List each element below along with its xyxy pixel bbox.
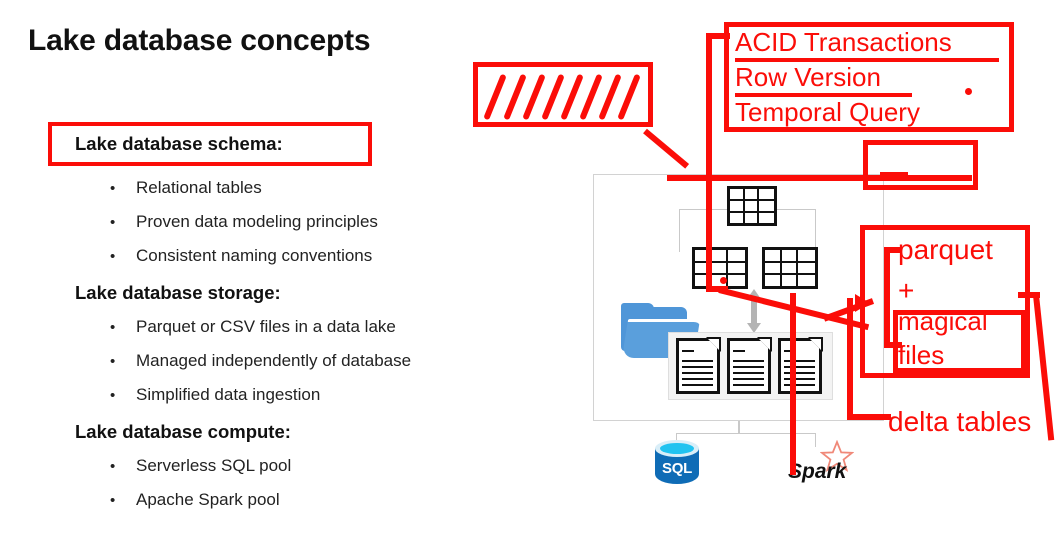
sql-icon-label: SQL [662, 460, 692, 477]
acid-leader-vertical [706, 36, 712, 180]
empty-red-callout-box [863, 140, 978, 190]
list-item-label: Managed independently of database [136, 351, 412, 370]
list-item-label: Proven data modeling principles [136, 212, 378, 231]
page-title: Lake database concepts [28, 24, 371, 57]
delta-vertical-leader [847, 298, 853, 420]
list-item-label: Serverless SQL pool [136, 456, 292, 475]
delta-right-bracket-line [1033, 294, 1055, 441]
list-item-label: Simplified data ingestion [136, 385, 321, 404]
bullet-glyph: • [110, 319, 116, 336]
list-item: • Proven data modeling principles [110, 212, 378, 232]
list-item: • Managed independently of database [110, 351, 411, 371]
red-dot-mark [965, 88, 972, 95]
list-item: • Consistent naming conventions [110, 246, 372, 266]
list-item-label: Apache Spark pool [136, 490, 280, 509]
row-version-label: Row Version [735, 62, 881, 92]
spark-vertical-leader [790, 293, 796, 475]
delta-leader-hook [847, 414, 891, 420]
delta-tables-label: delta tables [888, 406, 1032, 437]
bullet-glyph: • [110, 248, 116, 265]
table-icon [762, 247, 818, 289]
section-heading-compute: Lake database compute: [75, 421, 291, 442]
bullet-glyph: • [110, 387, 116, 404]
bullet-glyph: • [110, 492, 116, 509]
list-item: • Apache Spark pool [110, 490, 280, 510]
list-item: • Parquet or CSV files in a data lake [110, 317, 396, 337]
center-vertical-leader [706, 175, 712, 292]
bullet-glyph: • [110, 180, 116, 197]
list-item: • Simplified data ingestion [110, 385, 320, 405]
bullet-glyph: • [110, 353, 116, 370]
section-heading-storage: Lake database storage: [75, 282, 281, 303]
bullet-glyph: • [110, 458, 116, 475]
temporal-query-label: Temporal Query [735, 97, 920, 127]
section-heading-schema: Lake database schema: [75, 133, 283, 154]
parquet-brace-top-hook [884, 247, 902, 253]
parquet-label: parquet [898, 234, 993, 265]
document-icon [778, 337, 823, 394]
spark-label: Spark [788, 460, 847, 483]
acid-leader-hook [706, 33, 730, 39]
list-item-label: Consistent naming conventions [136, 246, 373, 265]
files-label: files [898, 340, 945, 370]
plus-label: + [898, 275, 915, 306]
document-icon [727, 337, 772, 394]
hatched-scribble-box [473, 62, 653, 127]
bullet-glyph: • [110, 214, 116, 231]
hatch-box-leader-line [643, 128, 690, 169]
list-item-label: Relational tables [136, 178, 262, 197]
list-item: • Serverless SQL pool [110, 456, 291, 476]
acid-transactions-label: ACID Transactions [735, 27, 952, 57]
slide-canvas: Lake database concepts Lake database sch… [0, 0, 1059, 554]
document-icon [676, 337, 721, 394]
list-item-label: Parquet or CSV files in a data lake [136, 317, 396, 336]
parquet-brace-vertical [884, 250, 890, 348]
red-dot-mark [720, 277, 727, 284]
list-item: • Relational tables [110, 178, 262, 198]
parquet-brace-bottom-hook [884, 342, 902, 348]
magical-label: magical [898, 306, 988, 336]
table-icon [727, 186, 777, 226]
empty-box-tick [880, 172, 908, 178]
sql-database-icon: SQL [655, 440, 699, 492]
